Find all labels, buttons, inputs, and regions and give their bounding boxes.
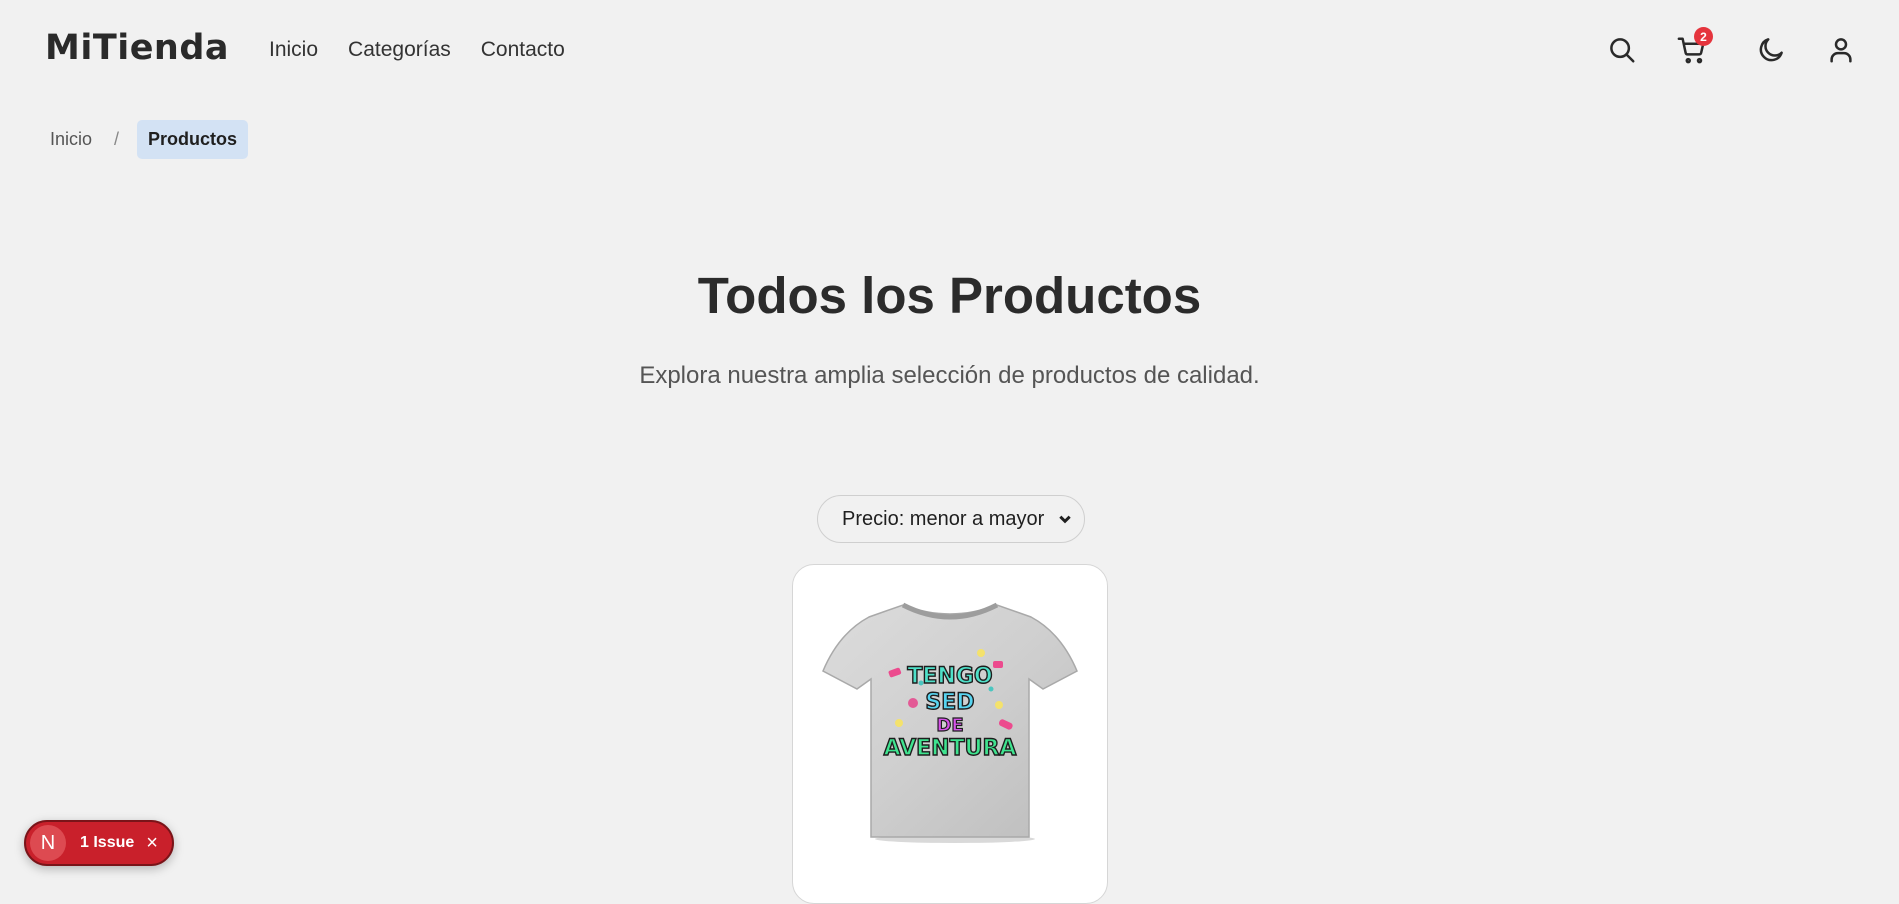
search-icon (1610, 38, 1635, 63)
search-button[interactable] (1603, 31, 1641, 69)
issue-count-label: 1 Issue (80, 834, 135, 851)
main-nav: Inicio Categorías Contacto (269, 38, 565, 62)
brand-logo[interactable]: MiTienda (45, 28, 229, 68)
account-button[interactable] (1822, 31, 1860, 69)
print-line-4: AVENTURA (884, 736, 1017, 761)
nav-link-inicio[interactable]: Inicio (269, 38, 318, 62)
product-card[interactable]: TENGO SED DE AVENTURA (792, 564, 1108, 904)
breadcrumb: Inicio / Productos (40, 119, 249, 159)
sort-select-value: Precio: menor a mayor (842, 507, 1045, 530)
issues-indicator[interactable]: N 1 Issue × (24, 820, 174, 866)
breadcrumb-separator: / (114, 128, 120, 149)
breadcrumb-current: Productos (137, 119, 249, 159)
print-line-3: DE (936, 715, 963, 736)
moon-icon (1759, 38, 1783, 62)
product-image-tshirt: TENGO SED DE AVENTURA (822, 602, 1078, 843)
nextjs-logo-icon: N (30, 825, 66, 861)
nav-link-contacto[interactable]: Contacto (481, 38, 565, 62)
print-line-2: SED (925, 690, 974, 715)
theme-toggle-button[interactable] (1752, 31, 1790, 69)
close-icon[interactable]: × (146, 832, 158, 855)
breadcrumb-home[interactable]: Inicio (40, 129, 102, 150)
sort-select[interactable]: Precio: menor a mayor (817, 495, 1085, 543)
cart-count-badge: 2 (1694, 27, 1713, 46)
page-title: Todos los Productos (697, 267, 1202, 324)
page-subtitle: Explora nuestra amplia selección de prod… (639, 362, 1260, 389)
chevron-down-icon (1059, 515, 1071, 524)
site-header: MiTienda Inicio Categorías Contacto 2 (0, 0, 1899, 100)
user-icon (1830, 38, 1852, 63)
print-line-1: TENGO (907, 664, 992, 689)
nav-link-categorias[interactable]: Categorías (348, 38, 451, 62)
